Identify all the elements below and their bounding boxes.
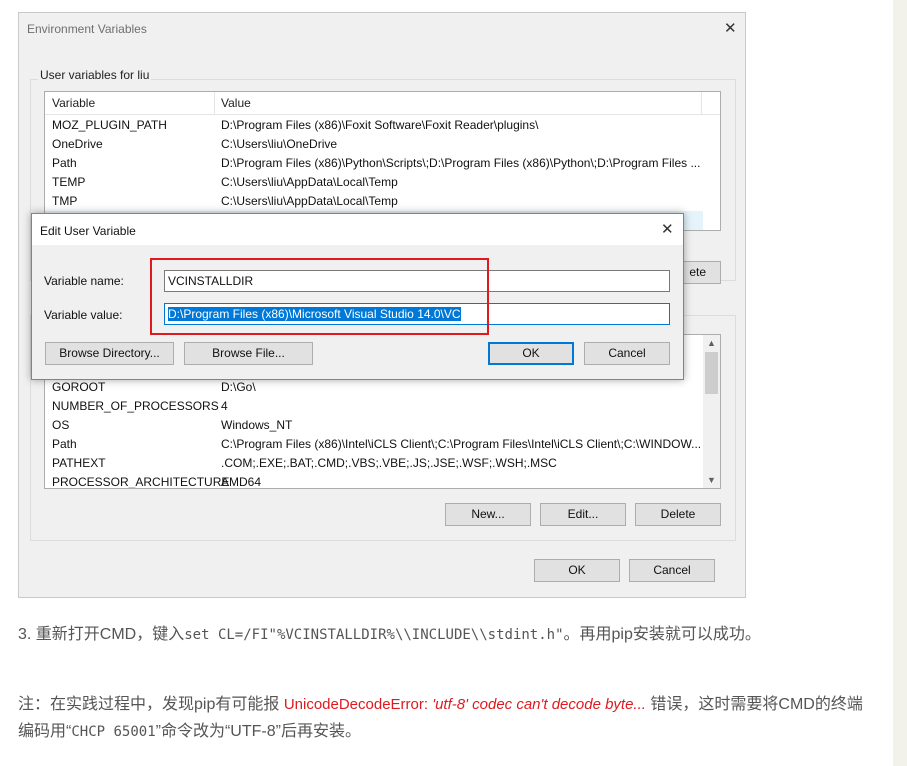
variable-name: PROCESSOR_ARCHITECTURE (52, 475, 230, 489)
variable-name: OS (52, 418, 70, 432)
user-variables-title: User variables for liu (38, 68, 152, 82)
ok-button[interactable]: OK (534, 559, 620, 582)
dialog-ok-button[interactable]: OK (488, 342, 574, 365)
cancel-button[interactable]: Cancel (629, 559, 715, 582)
step-3-code: set CL=/FI"%VCINSTALLDIR%\\INCLUDE\\stdi… (184, 627, 564, 643)
new-button[interactable]: New... (445, 503, 531, 526)
variable-value: D:\Go\ (221, 380, 256, 394)
column-divider (701, 92, 702, 114)
table-row[interactable]: MOZ_PLUGIN_PATH D:\Program Files (x86)\F… (45, 116, 703, 135)
variable-value: Windows_NT (221, 418, 293, 432)
variable-name: GOROOT (52, 380, 106, 394)
note-text: 注：在实践过程中，发现pip有可能报 (18, 696, 284, 713)
table-row[interactable]: PATHEXT .COM;.EXE;.BAT;.CMD;.VBS;.VBE;.J… (45, 454, 703, 473)
scroll-down-icon[interactable]: ▼ (703, 475, 720, 485)
close-icon[interactable]: ✕ (724, 21, 737, 36)
table-row[interactable]: PROCESSOR_ARCHITECTURE AMD64 (45, 473, 703, 489)
variable-name: TEMP (52, 175, 86, 189)
variable-name: PATHEXT (52, 456, 106, 470)
highlight-annotation (150, 258, 489, 335)
variable-name-label: Variable name: (44, 274, 124, 288)
column-divider (214, 92, 215, 114)
close-icon[interactable]: ✕ (661, 222, 674, 237)
variable-value: D:\Program Files (x86)\Python\Scripts\;D… (221, 156, 701, 170)
table-row[interactable]: OS Windows_NT (45, 416, 703, 435)
step-3-suffix: 。再用pip安装就可以成功。 (563, 626, 761, 643)
table-row[interactable]: OneDrive C:\Users\liu\OneDrive (45, 135, 703, 154)
scrollbar-thumb[interactable] (705, 352, 718, 394)
browse-file-button[interactable]: Browse File... (184, 342, 313, 365)
error-name: UnicodeDecodeError: (283, 696, 433, 713)
dialog-titlebar: Edit User Variable ✕ (32, 214, 683, 245)
table-row[interactable]: Path C:\Program Files (x86)\Intel\iCLS C… (45, 435, 703, 454)
table-row[interactable]: TEMP C:\Users\liu\AppData\Local\Temp (45, 173, 703, 192)
list-header: Variable Value (45, 92, 720, 115)
table-row[interactable]: NUMBER_OF_PROCESSORS 4 (45, 397, 703, 416)
system-list-scrollbar[interactable]: ▲ ▼ (703, 335, 720, 488)
column-value[interactable]: Value (221, 96, 251, 110)
variable-name: OneDrive (52, 137, 103, 151)
dialog-cancel-button[interactable]: Cancel (584, 342, 670, 365)
step-3-text: 3. 重新打开CMD，键入 (18, 626, 185, 643)
dialog-title: Edit User Variable (40, 224, 136, 238)
column-variable[interactable]: Variable (52, 96, 95, 110)
variable-name: NUMBER_OF_PROCESSORS (52, 399, 219, 413)
note-paragraph: 注：在实践过程中，发现pip有可能报 UnicodeDecodeError: '… (18, 691, 878, 746)
variable-name: Path (52, 156, 77, 170)
variable-value: 4 (221, 399, 228, 413)
table-row[interactable]: Path D:\Program Files (x86)\Python\Scrip… (45, 154, 703, 173)
variable-name: TMP (52, 194, 78, 208)
error-message: 'utf-8' codec can't decode byte... (432, 696, 646, 713)
variable-value: C:\Users\liu\AppData\Local\Temp (221, 175, 398, 189)
edit-button[interactable]: Edit... (540, 503, 626, 526)
variable-value-label: Variable value: (44, 308, 123, 322)
variable-value: C:\Users\liu\AppData\Local\Temp (221, 194, 398, 208)
table-row[interactable]: GOROOT D:\Go\ (45, 378, 703, 397)
note-suffix: ”命令改为“UTF-8”后再安装。 (155, 723, 361, 740)
scroll-up-icon[interactable]: ▲ (703, 338, 720, 348)
user-variables-list[interactable]: Variable Value MOZ_PLUGIN_PATH D:\Progra… (44, 91, 721, 231)
variable-name: MOZ_PLUGIN_PATH (52, 118, 167, 132)
note-code: CHCP 65001 (71, 724, 156, 740)
variable-value: D:\Program Files (x86)\Foxit Software\Fo… (221, 118, 539, 132)
variable-value: .COM;.EXE;.BAT;.CMD;.VBS;.VBE;.JS;.JSE;.… (221, 456, 557, 470)
variable-value: AMD64 (221, 475, 262, 489)
window-title: Environment Variables (27, 22, 147, 36)
browse-directory-button[interactable]: Browse Directory... (45, 342, 174, 365)
variable-value: C:\Program Files (x86)\Intel\iCLS Client… (221, 437, 702, 451)
delete-button[interactable]: Delete (635, 503, 721, 526)
page-side-strip (893, 0, 907, 766)
variable-value: C:\Users\liu\OneDrive (221, 137, 338, 151)
step-3-paragraph: 3. 重新打开CMD，键入set CL=/FI"%VCINSTALLDIR%\\… (18, 621, 878, 649)
table-row[interactable]: TMP C:\Users\liu\AppData\Local\Temp (45, 192, 703, 211)
variable-name: Path (52, 437, 77, 451)
